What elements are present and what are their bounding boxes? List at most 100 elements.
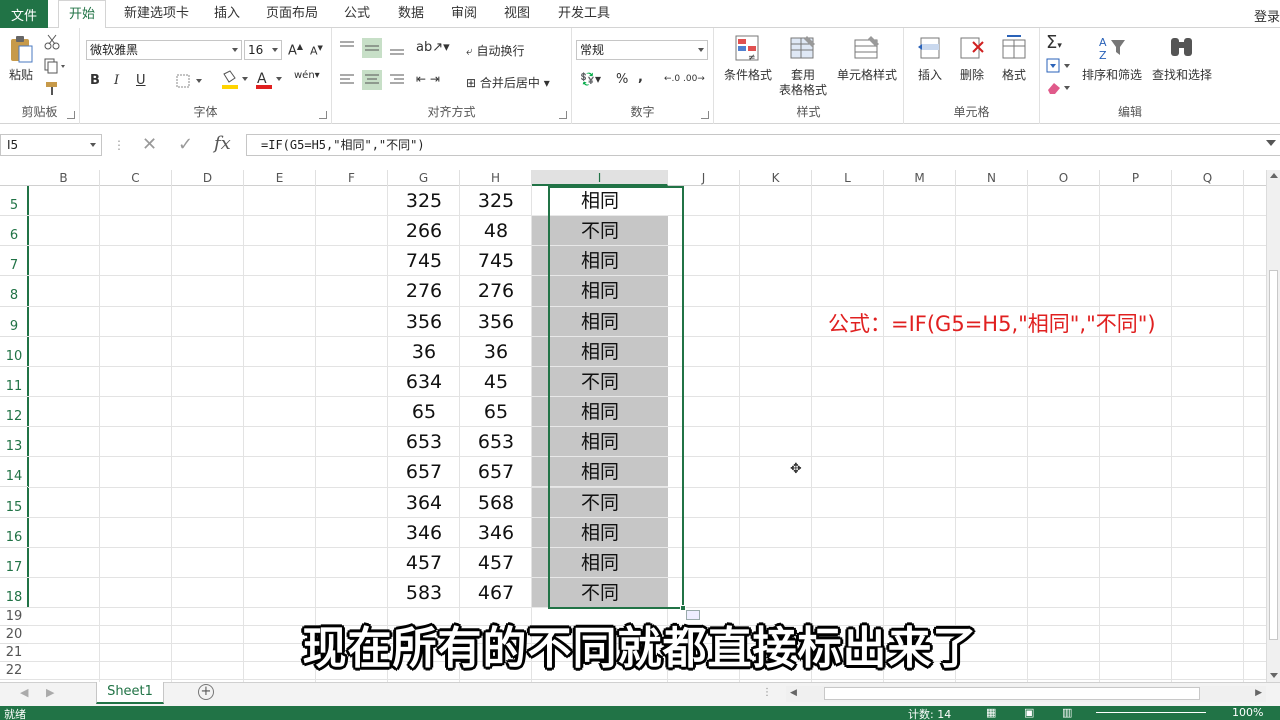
column-header-i[interactable]: I [532,170,668,186]
italic-button[interactable]: I [114,73,119,88]
format-painter-icon[interactable] [44,80,60,96]
next-sheet-icon[interactable]: ▶ [46,686,54,699]
cell-h5[interactable]: 325 [460,186,532,216]
column-header-k[interactable]: K [740,170,812,186]
cell-g17[interactable]: 457 [388,548,460,578]
cell-g13[interactable]: 653 [388,427,460,457]
name-box[interactable]: I5 [0,134,102,156]
paste-button[interactable]: 粘贴 [4,34,38,83]
merge-center-button[interactable]: ⊞ 合并后居中 ▾ [466,74,550,91]
tab-developer[interactable]: 开发工具 [558,0,610,28]
horizontal-align-icons[interactable] [338,70,408,90]
conditional-format-button[interactable]: ≠ 条件格式 [720,34,776,83]
scroll-down-icon[interactable] [1270,673,1278,678]
tab-formulas[interactable]: 公式 [344,0,370,28]
cell-g16[interactable]: 346 [388,518,460,548]
format-cells-button[interactable]: 格式 [994,34,1034,83]
row-header-10[interactable]: 10 [0,337,28,367]
horizontal-scroll-thumb[interactable] [824,687,1200,700]
column-header-e[interactable]: E [244,170,316,186]
percent-button[interactable]: % [616,72,628,87]
row-header-18[interactable]: 18 [0,578,28,609]
cell-g12[interactable]: 65 [388,397,460,427]
cell-h11[interactable]: 45 [460,367,532,397]
autosum-icon[interactable]: Σ▾ [1046,32,1062,53]
number-format-combo[interactable]: 常规 [576,40,708,60]
bold-button[interactable]: B [90,73,100,88]
cell-h8[interactable]: 276 [460,276,532,306]
scroll-left-icon[interactable]: ◀ [790,688,797,698]
row-header-7[interactable]: 7 [0,246,28,277]
copy-icon[interactable] [44,58,66,74]
zoom-slider[interactable] [1096,712,1206,713]
tab-file[interactable]: 文件 [0,0,48,28]
column-header-n[interactable]: N [956,170,1028,186]
cell-g5[interactable]: 325 [388,186,460,216]
row-header-16[interactable]: 16 [0,518,28,548]
decrease-font-icon[interactable]: A▼ [310,44,323,58]
cell-h17[interactable]: 457 [460,548,532,578]
scroll-up-icon[interactable] [1270,173,1278,178]
comma-button[interactable]: , [638,70,643,85]
sort-filter-button[interactable]: AZ 排序和筛选 [1078,34,1146,83]
column-header-q[interactable]: Q [1172,170,1244,186]
cell-h18[interactable]: 467 [460,578,532,608]
formula-input[interactable]: =IF(G5=H5,"相同","不同") [246,134,1280,156]
underline-button[interactable]: U [136,73,146,88]
cell-g6[interactable]: 266 [388,216,460,246]
tab-insert[interactable]: 插入 [214,0,240,28]
cell-h14[interactable]: 657 [460,457,532,487]
row-header-12[interactable]: 12 [0,397,28,428]
wrap-text-button[interactable]: ⤶ 自动换行 [466,42,525,59]
cell-g10[interactable]: 36 [388,337,460,367]
font-color-icon[interactable]: A [254,70,284,90]
cell-g14[interactable]: 657 [388,457,460,487]
row-header-5[interactable]: 5 [0,186,28,217]
zoom-level[interactable]: 100% [1232,706,1263,719]
column-header-l[interactable]: L [812,170,884,186]
number-launcher-icon[interactable] [701,111,709,119]
page-layout-view-icon[interactable]: ▣ [1024,706,1034,719]
expand-formula-icon[interactable] [1266,140,1276,146]
row-header-11[interactable]: 11 [0,367,28,398]
row-header-13[interactable]: 13 [0,427,28,458]
indent-icons[interactable]: ⇤ ⇥ [416,72,440,86]
fill-icon[interactable] [1046,58,1072,74]
row-header-15[interactable]: 15 [0,488,28,518]
column-header-f[interactable]: F [316,170,388,186]
orientation-icon[interactable]: ab↗▾ [416,40,450,55]
prev-sheet-icon[interactable]: ◀ [20,686,28,699]
format-as-table-button[interactable]: 套用 表格格式 [776,34,830,98]
font-launcher-icon[interactable] [319,111,327,119]
cut-icon[interactable] [44,34,60,50]
column-header-p[interactable]: P [1100,170,1172,186]
row-header-9[interactable]: 9 [0,307,28,337]
fill-color-icon[interactable] [220,70,250,90]
cell-styles-button[interactable]: 单元格样式 [832,34,902,83]
cell-h16[interactable]: 346 [460,518,532,548]
delete-cells-button[interactable]: 删除 [952,34,992,83]
tab-new[interactable]: 新建选项卡 [124,0,189,28]
sheet-tab-sheet1[interactable]: Sheet1 [96,682,164,704]
column-header-j[interactable]: J [668,170,740,186]
page-break-view-icon[interactable]: ▥ [1062,706,1072,719]
column-header-g[interactable]: G [388,170,460,186]
border-icon[interactable] [176,74,204,88]
add-sheet-icon[interactable]: + [198,684,214,700]
accounting-icon[interactable]: 💱▾ [580,72,601,86]
cancel-icon[interactable]: ✕ [142,134,157,155]
font-size-combo[interactable]: 16 [244,40,282,60]
clipboard-launcher-icon[interactable] [67,111,75,119]
column-header-c[interactable]: C [100,170,172,186]
cell-h9[interactable]: 356 [460,307,532,337]
column-header-h[interactable]: H [460,170,532,186]
increase-font-icon[interactable]: A▲ [288,42,303,58]
cell-h12[interactable]: 65 [460,397,532,427]
insert-cells-button[interactable]: 插入 [910,34,950,83]
row-header-8[interactable]: 8 [0,276,28,307]
column-header-o[interactable]: O [1028,170,1100,186]
tab-data[interactable]: 数据 [398,0,424,28]
font-name-combo[interactable]: 微软雅黑 [86,40,242,60]
cell-g11[interactable]: 634 [388,367,460,397]
horizontal-scrollbar[interactable]: ◀ ▶ [786,686,1266,702]
